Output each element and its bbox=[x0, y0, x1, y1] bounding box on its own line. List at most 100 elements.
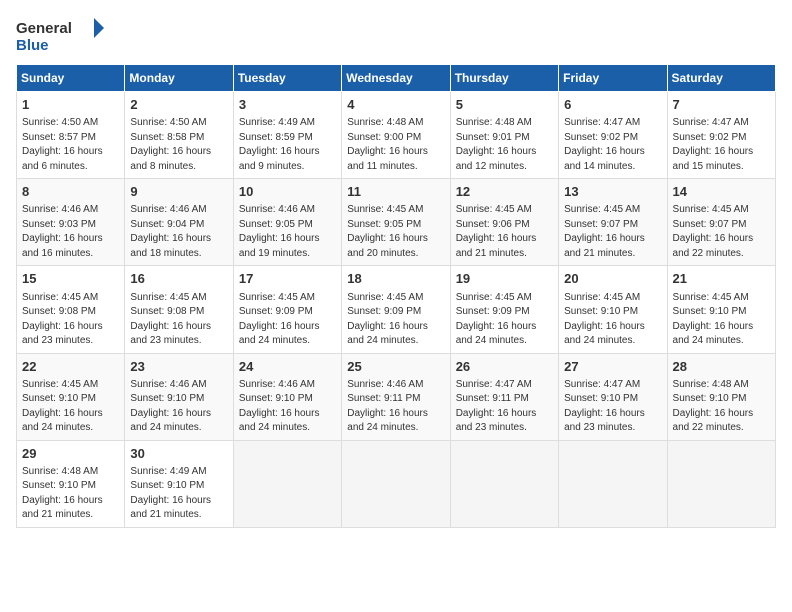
calendar-cell: 26 Sunrise: 4:47 AMSunset: 9:11 PMDayligh… bbox=[450, 353, 558, 440]
day-number: 24 bbox=[239, 358, 336, 376]
calendar-cell: 1Sunrise: 4:50 AMSunset: 8:57 PMDaylight… bbox=[17, 92, 125, 179]
day-info: Sunrise: 4:50 AMSunset: 8:57 PMDaylight:… bbox=[22, 116, 119, 174]
day-info: Sunrise: 4:46 AMSunset: 9:05 PMDaylight:… bbox=[239, 203, 336, 261]
weekday-header-saturday: Saturday bbox=[667, 65, 775, 92]
day-number: 17 bbox=[239, 270, 336, 288]
calendar-cell: 10 Sunrise: 4:46 AMSunset: 9:05 PMDayligh… bbox=[233, 179, 341, 266]
calendar-cell: 17 Sunrise: 4:45 AMSunset: 9:09 PMDayligh… bbox=[233, 266, 341, 353]
day-number: 16 bbox=[130, 270, 227, 288]
page-header: General Blue bbox=[16, 16, 776, 56]
calendar-cell: 21Sunrise: 4:45 AMSunset: 9:10 PMDayligh… bbox=[667, 266, 775, 353]
day-info: Sunrise: 4:47 AMSunset: 9:10 PMDaylight:… bbox=[564, 378, 661, 436]
day-info: Sunrise: 4:45 AMSunset: 9:09 PMDaylight:… bbox=[456, 291, 553, 349]
day-number: 18 bbox=[347, 270, 444, 288]
calendar-cell: 23 Sunrise: 4:46 AMSunset: 9:10 PMDayligh… bbox=[125, 353, 233, 440]
weekday-header-thursday: Thursday bbox=[450, 65, 558, 92]
day-number: 22 bbox=[22, 358, 119, 376]
day-info: Sunrise: 4:47 AMSunset: 9:11 PMDaylight:… bbox=[456, 378, 553, 436]
day-info: Sunrise: 4:48 AMSunset: 9:00 PMDaylight:… bbox=[347, 116, 444, 174]
day-info: Sunrise: 4:48 AMSunset: 9:10 PMDaylight:… bbox=[22, 465, 119, 523]
day-info: Sunrise: 4:45 AMSunset: 9:07 PMDaylight:… bbox=[564, 203, 661, 261]
day-info: Sunrise: 4:45 AMSunset: 9:08 PMDaylight:… bbox=[130, 291, 227, 349]
day-number: 9 bbox=[130, 183, 227, 201]
day-number: 10 bbox=[239, 183, 336, 201]
calendar-cell bbox=[450, 440, 558, 527]
calendar-cell bbox=[559, 440, 667, 527]
calendar-cell: 11 Sunrise: 4:45 AMSunset: 9:05 PMDayligh… bbox=[342, 179, 450, 266]
calendar-cell: 22 Sunrise: 4:45 AMSunset: 9:10 PMDayligh… bbox=[17, 353, 125, 440]
weekday-header-wednesday: Wednesday bbox=[342, 65, 450, 92]
calendar-table: SundayMondayTuesdayWednesdayThursdayFrid… bbox=[16, 64, 776, 528]
day-number: 2 bbox=[130, 96, 227, 114]
calendar-week-3: 15 Sunrise: 4:45 AMSunset: 9:08 PMDayligh… bbox=[17, 266, 776, 353]
weekday-header-tuesday: Tuesday bbox=[233, 65, 341, 92]
day-info: Sunrise: 4:50 AMSunset: 8:58 PMDaylight:… bbox=[130, 116, 227, 174]
day-info: Sunrise: 4:45 AMSunset: 9:09 PMDaylight:… bbox=[239, 291, 336, 349]
calendar-week-2: 8 Sunrise: 4:46 AMSunset: 9:03 PMDaylight… bbox=[17, 179, 776, 266]
weekday-header-monday: Monday bbox=[125, 65, 233, 92]
day-number: 7 bbox=[673, 96, 770, 114]
calendar-cell: 27 Sunrise: 4:47 AMSunset: 9:10 PMDayligh… bbox=[559, 353, 667, 440]
day-info: Sunrise: 4:48 AMSunset: 9:01 PMDaylight:… bbox=[456, 116, 553, 174]
calendar-cell: 30Sunrise: 4:49 AMSunset: 9:10 PMDayligh… bbox=[125, 440, 233, 527]
day-number: 23 bbox=[130, 358, 227, 376]
calendar-cell: 15 Sunrise: 4:45 AMSunset: 9:08 PMDayligh… bbox=[17, 266, 125, 353]
day-info: Sunrise: 4:46 AMSunset: 9:03 PMDaylight:… bbox=[22, 203, 119, 261]
calendar-cell: 14 Sunrise: 4:45 AMSunset: 9:07 PMDayligh… bbox=[667, 179, 775, 266]
day-info: Sunrise: 4:45 AMSunset: 9:10 PMDaylight:… bbox=[22, 378, 119, 436]
day-info: Sunrise: 4:49 AMSunset: 9:10 PMDaylight:… bbox=[130, 465, 227, 523]
logo: General Blue bbox=[16, 16, 106, 56]
day-number: 20 bbox=[564, 270, 661, 288]
day-number: 27 bbox=[564, 358, 661, 376]
svg-text:Blue: Blue bbox=[16, 37, 49, 54]
day-number: 29 bbox=[22, 445, 119, 463]
day-info: Sunrise: 4:45 AMSunset: 9:09 PMDaylight:… bbox=[347, 291, 444, 349]
day-info: Sunrise: 4:45 AMSunset: 9:06 PMDaylight:… bbox=[456, 203, 553, 261]
day-number: 3 bbox=[239, 96, 336, 114]
calendar-cell bbox=[667, 440, 775, 527]
calendar-cell: 7Sunrise: 4:47 AMSunset: 9:02 PMDaylight… bbox=[667, 92, 775, 179]
day-info: Sunrise: 4:45 AMSunset: 9:10 PMDaylight:… bbox=[673, 291, 770, 349]
calendar-week-5: 29 Sunrise: 4:48 AMSunset: 9:10 PMDayligh… bbox=[17, 440, 776, 527]
day-info: Sunrise: 4:49 AMSunset: 8:59 PMDaylight:… bbox=[239, 116, 336, 174]
day-number: 19 bbox=[456, 270, 553, 288]
day-number: 15 bbox=[22, 270, 119, 288]
day-number: 8 bbox=[22, 183, 119, 201]
calendar-cell: 2 Sunrise: 4:50 AMSunset: 8:58 PMDaylight… bbox=[125, 92, 233, 179]
weekday-header-friday: Friday bbox=[559, 65, 667, 92]
day-number: 26 bbox=[456, 358, 553, 376]
calendar-cell: 24 Sunrise: 4:46 AMSunset: 9:10 PMDayligh… bbox=[233, 353, 341, 440]
calendar-cell: 3 Sunrise: 4:49 AMSunset: 8:59 PMDaylight… bbox=[233, 92, 341, 179]
calendar-cell: 12Sunrise: 4:45 AMSunset: 9:06 PMDayligh… bbox=[450, 179, 558, 266]
svg-text:General: General bbox=[16, 20, 72, 37]
day-number: 11 bbox=[347, 183, 444, 201]
day-info: Sunrise: 4:45 AMSunset: 9:05 PMDaylight:… bbox=[347, 203, 444, 261]
calendar-cell bbox=[342, 440, 450, 527]
calendar-cell: 19 Sunrise: 4:45 AMSunset: 9:09 PMDayligh… bbox=[450, 266, 558, 353]
day-info: Sunrise: 4:46 AMSunset: 9:10 PMDaylight:… bbox=[239, 378, 336, 436]
day-info: Sunrise: 4:45 AMSunset: 9:08 PMDaylight:… bbox=[22, 291, 119, 349]
calendar-cell: 4 Sunrise: 4:48 AMSunset: 9:00 PMDaylight… bbox=[342, 92, 450, 179]
day-info: Sunrise: 4:46 AMSunset: 9:04 PMDaylight:… bbox=[130, 203, 227, 261]
calendar-cell: 16 Sunrise: 4:45 AMSunset: 9:08 PMDayligh… bbox=[125, 266, 233, 353]
day-number: 14 bbox=[673, 183, 770, 201]
calendar-week-4: 22 Sunrise: 4:45 AMSunset: 9:10 PMDayligh… bbox=[17, 353, 776, 440]
day-info: Sunrise: 4:46 AMSunset: 9:10 PMDaylight:… bbox=[130, 378, 227, 436]
day-info: Sunrise: 4:45 AMSunset: 9:07 PMDaylight:… bbox=[673, 203, 770, 261]
day-number: 25 bbox=[347, 358, 444, 376]
weekday-header-row: SundayMondayTuesdayWednesdayThursdayFrid… bbox=[17, 65, 776, 92]
calendar-cell: 9 Sunrise: 4:46 AMSunset: 9:04 PMDaylight… bbox=[125, 179, 233, 266]
calendar-cell: 6Sunrise: 4:47 AMSunset: 9:02 PMDaylight… bbox=[559, 92, 667, 179]
day-number: 5 bbox=[456, 96, 553, 114]
calendar-cell: 25 Sunrise: 4:46 AMSunset: 9:11 PMDayligh… bbox=[342, 353, 450, 440]
day-info: Sunrise: 4:46 AMSunset: 9:11 PMDaylight:… bbox=[347, 378, 444, 436]
day-info: Sunrise: 4:48 AMSunset: 9:10 PMDaylight:… bbox=[673, 378, 770, 436]
weekday-header-sunday: Sunday bbox=[17, 65, 125, 92]
day-number: 4 bbox=[347, 96, 444, 114]
calendar-cell: 20Sunrise: 4:45 AMSunset: 9:10 PMDayligh… bbox=[559, 266, 667, 353]
calendar-week-1: 1Sunrise: 4:50 AMSunset: 8:57 PMDaylight… bbox=[17, 92, 776, 179]
calendar-cell bbox=[233, 440, 341, 527]
calendar-cell: 18 Sunrise: 4:45 AMSunset: 9:09 PMDayligh… bbox=[342, 266, 450, 353]
calendar-cell: 28Sunrise: 4:48 AMSunset: 9:10 PMDayligh… bbox=[667, 353, 775, 440]
calendar-cell: 13Sunrise: 4:45 AMSunset: 9:07 PMDayligh… bbox=[559, 179, 667, 266]
